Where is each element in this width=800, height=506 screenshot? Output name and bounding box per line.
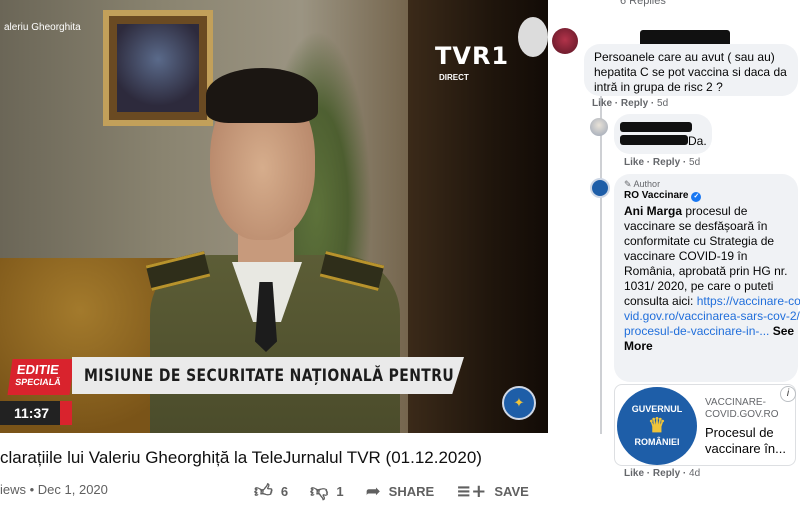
info-icon[interactable]: i [780, 386, 796, 402]
time-accent [60, 401, 72, 425]
like-link[interactable]: Like [592, 98, 612, 109]
comment-bubble: Persoanele care au avut ( sau au) hepati… [584, 44, 798, 96]
corner-overlay-icon [518, 17, 548, 57]
edition-badge-bottom: SPECIALĂ [14, 377, 62, 387]
avatar[interactable] [552, 28, 578, 54]
redacted-text [620, 135, 688, 145]
preview-domain: VACCINARE-COVID.GOV.RO [705, 397, 779, 420]
comment-actions: Like · Reply · 5d [624, 157, 701, 168]
share-arrow-icon: ➦ [365, 480, 381, 502]
channel-sub: DIRECT [439, 73, 469, 82]
like-link[interactable]: Like [624, 157, 644, 168]
avatar[interactable] [590, 178, 610, 198]
author-name-text: RO Vaccinare [624, 190, 689, 201]
video-actions: 👍︎ 6 👎︎ 1 ➦ SHARE ≡+ SAVE [254, 480, 551, 503]
comment-text: Da. [688, 134, 707, 148]
playlist-add-icon: ≡+ [456, 480, 487, 502]
thumbs-down-icon: 👎︎ [310, 481, 329, 502]
edition-badge-top: EDITIE [16, 362, 61, 377]
share-button[interactable]: ➦ SHARE [366, 481, 435, 502]
share-label: SHARE [388, 483, 435, 499]
comment-time: 5d [689, 157, 701, 168]
author-tag-label: Author [633, 179, 661, 189]
thread-line [600, 54, 602, 434]
edition-badge: EDITIE SPECIALĂ [7, 359, 75, 395]
video-meta: iews • Dec 1, 2020 [0, 482, 108, 497]
link-preview-card[interactable]: GUVERNUL ♛ ROMÂNIEI VACCINARE-COVID.GOV.… [614, 384, 796, 466]
thumbs-up-icon: 👍︎ [254, 481, 273, 502]
comment-actions: Like · Reply · 4d [624, 468, 701, 479]
comment-text: procesul de vaccinare se desfășoară în c… [624, 204, 788, 308]
like-button[interactable]: 👍︎ 6 [254, 480, 288, 502]
person-hair [206, 68, 318, 123]
like-link[interactable]: Like [624, 468, 644, 479]
government-logo: GUVERNUL ♛ ROMÂNIEI [617, 387, 697, 465]
eagle-icon: ♛ [648, 415, 666, 437]
reply-link[interactable]: Reply [621, 98, 648, 109]
comment-text: Persoanele care au avut ( sau au) hepati… [594, 50, 787, 94]
headline-banner: MISIUNE DE SECURITATE NAȚIONALĂ PENTRU U… [72, 357, 464, 394]
reply-link[interactable]: Reply [653, 157, 680, 168]
author-tag: ✎ Author [624, 179, 661, 189]
preview-title: Procesul de vaccinare în... [705, 425, 786, 456]
comment-time: 4d [689, 468, 701, 479]
verified-badge-icon: ✓ [691, 192, 702, 202]
crest-icon: ✦ [502, 386, 536, 420]
broadcast-time: 11:37 [0, 401, 60, 425]
comment-time: 5d [657, 98, 669, 109]
wall-painting [103, 10, 213, 126]
caller-name: aleriu Gheorghita [4, 22, 81, 33]
comment-bubble: ✎ Author RO Vaccinare ✓ Ani Marga procesu… [614, 174, 800, 382]
comment-body: Ani Marga procesul de vaccinare se desfă… [624, 204, 800, 354]
save-button[interactable]: ≡+ SAVE [456, 481, 529, 502]
redacted-name [620, 122, 692, 132]
comment-bubble: Da. [614, 114, 712, 154]
video-title: clarațiile lui Valeriu Gheorghiță la Tel… [0, 448, 482, 467]
channel-logo: TVR1 [435, 42, 510, 70]
save-label: SAVE [494, 483, 529, 499]
like-count: 6 [280, 483, 289, 499]
avatar[interactable] [590, 118, 608, 136]
mention[interactable]: Ani Marga [624, 204, 682, 218]
logo-bottom-text: ROMÂNIEI [634, 437, 680, 447]
author-name[interactable]: RO Vaccinare ✓ [624, 190, 702, 202]
logo-top-text: GUVERNUL [631, 404, 683, 414]
dislike-count: 1 [336, 483, 344, 499]
replies-link[interactable]: 6 Replies [620, 0, 666, 10]
reply-link[interactable]: Reply [653, 468, 680, 479]
comment-actions: Like · Reply · 5d [592, 98, 669, 109]
dislike-button[interactable]: 👎︎ 1 [310, 480, 344, 502]
video-player[interactable]: aleriu Gheorghita TVR1 DIRECT EDITIE SPE… [0, 0, 548, 433]
